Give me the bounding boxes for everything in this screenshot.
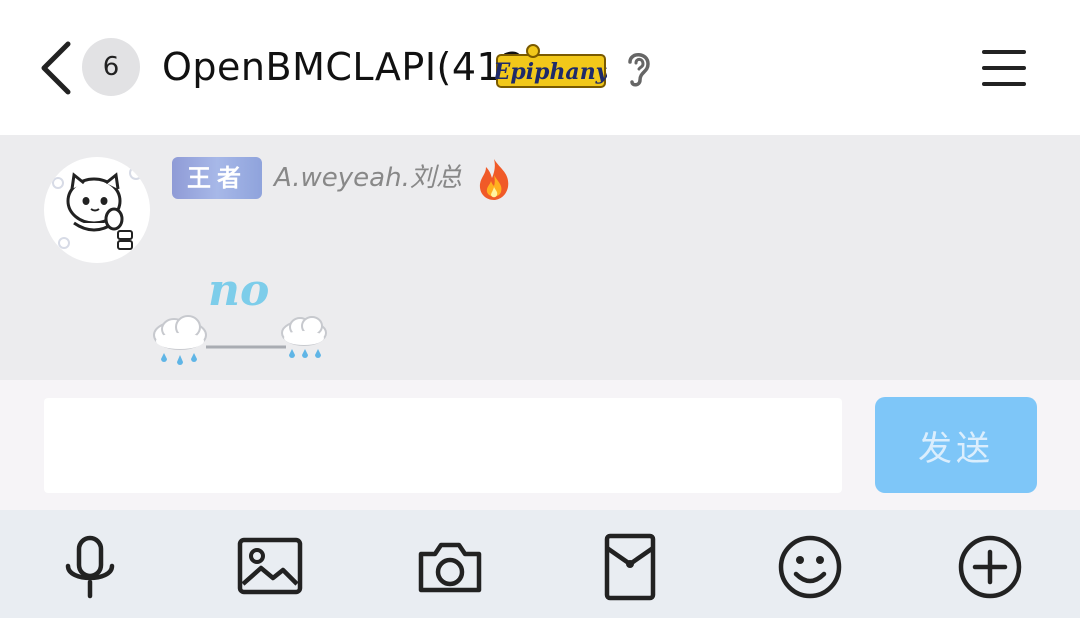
group-title[interactable]: OpenBMCLAPI(412)	[162, 40, 541, 94]
message-list[interactable]: 王者 A.weyeah.刘总 no	[0, 135, 1080, 380]
fire-icon	[474, 157, 514, 201]
ear-icon[interactable]	[616, 46, 662, 90]
menu-button[interactable]	[976, 44, 1034, 92]
chevron-left-icon	[41, 41, 71, 95]
emoji-icon	[778, 535, 842, 599]
image-button[interactable]	[235, 532, 305, 602]
rain-cloud-icon	[150, 305, 330, 367]
emoji-button[interactable]	[775, 532, 845, 602]
camera-icon	[418, 542, 482, 593]
unread-count-badge[interactable]: 6	[82, 38, 140, 96]
red-packet-icon	[604, 533, 656, 601]
svg-text:Epiphany: Epiphany	[495, 59, 607, 85]
message-input[interactable]	[44, 398, 842, 493]
chat-header: 6 OpenBMCLAPI(412) Epiphany	[0, 0, 1080, 135]
sender-name[interactable]: A.weyeah.刘总	[274, 157, 462, 199]
red-packet-button[interactable]	[595, 532, 665, 602]
role-badge: 王者	[172, 157, 262, 199]
voice-button[interactable]	[55, 532, 125, 602]
image-icon	[237, 537, 303, 595]
more-button[interactable]	[955, 532, 1025, 602]
hamburger-menu-icon	[982, 50, 1026, 54]
plus-circle-icon	[958, 535, 1022, 599]
send-button[interactable]: 发送	[875, 397, 1037, 493]
camera-button[interactable]	[415, 532, 485, 602]
back-button[interactable]	[36, 38, 76, 98]
epiphany-badge: Epiphany	[493, 41, 611, 91]
avatar[interactable]	[44, 157, 150, 263]
input-toolbar	[0, 510, 1080, 618]
microphone-icon	[65, 535, 115, 599]
composer: 发送	[0, 380, 1080, 510]
